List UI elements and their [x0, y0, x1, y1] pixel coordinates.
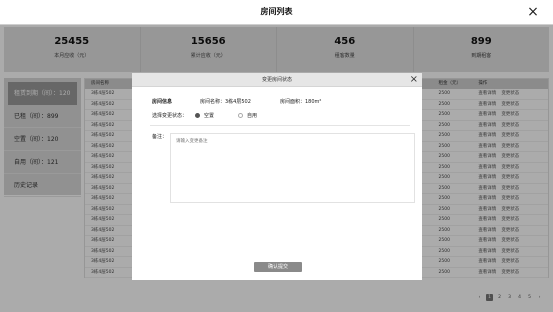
status-option-label: 自用 — [247, 113, 258, 119]
change-status-dialog: 变更房间状态 × 房间信息 房间名称：3栋4层502 房间面积：180m² 选择… — [132, 73, 422, 280]
dialog-header: 变更房间状态 × — [132, 73, 422, 87]
room-info-heading: 房间信息 — [152, 99, 173, 105]
status-option-label: 空置 — [204, 113, 215, 119]
window-titlebar: 房间列表 × — [0, 0, 553, 25]
window-close-icon[interactable]: × — [525, 3, 541, 21]
radio-checked-icon[interactable] — [195, 113, 201, 118]
dialog-close-icon[interactable]: × — [410, 73, 418, 87]
radio-unchecked-icon[interactable] — [238, 113, 244, 118]
dialog-title: 变更房间状态 — [261, 77, 292, 83]
room-info: 房间信息 房间名称：3栋4层502 房间面积：180m² — [152, 98, 360, 105]
remark-textarea[interactable] — [170, 133, 415, 203]
status-label: 选择变更状态： — [152, 113, 188, 119]
room-area: 房间面积：180m² — [280, 99, 322, 105]
status-option-vacant[interactable]: 空置 — [195, 112, 214, 119]
remark-label: 备注： — [152, 134, 168, 140]
divider — [150, 125, 410, 126]
room-name: 房间名称：3栋4层502 — [200, 99, 251, 105]
window-title: 房间列表 — [260, 7, 293, 16]
status-option-self-use[interactable]: 自用 — [238, 112, 257, 119]
status-selector: 选择变更状态： 空置 自用 — [152, 112, 257, 119]
confirm-submit-button[interactable]: 确认提交 — [254, 262, 302, 272]
